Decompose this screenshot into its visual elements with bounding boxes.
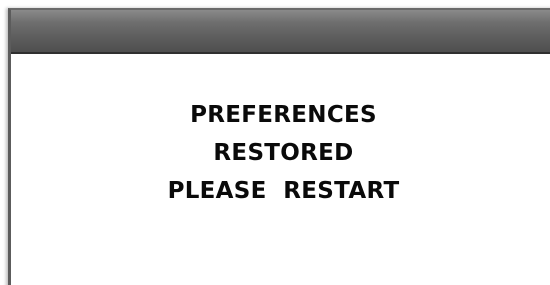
message-line-preferences: PREFERENCES: [190, 102, 377, 128]
dialog-title-bar: [11, 10, 550, 54]
message-line-please-restart: PLEASE RESTART: [167, 178, 400, 204]
message-dialog: PREFERENCES RESTORED PLEASE RESTART: [8, 8, 550, 285]
screen: PREFERENCES RESTORED PLEASE RESTART: [0, 0, 550, 285]
message-line-restored: RESTORED: [213, 140, 354, 166]
dialog-message: PREFERENCES RESTORED PLEASE RESTART: [11, 96, 550, 210]
